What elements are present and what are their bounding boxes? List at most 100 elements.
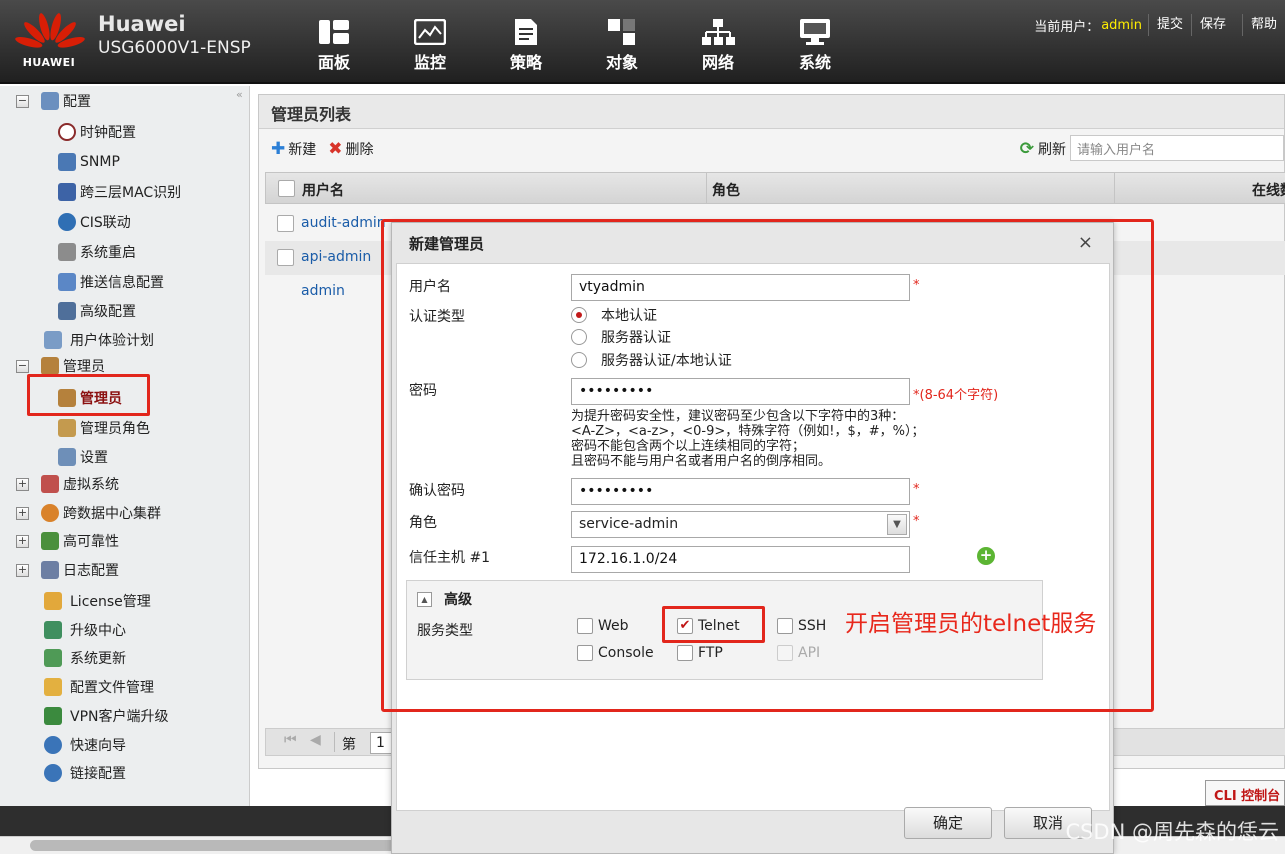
link-icon — [44, 764, 62, 782]
current-user-label: 当前用户： — [1034, 19, 1100, 35]
nav-policy[interactable]: 策略 — [494, 18, 558, 78]
delete-button[interactable]: ✖ 删除 — [328, 139, 373, 159]
tree-node-license[interactable]: License管理 — [44, 589, 151, 613]
username-search-input[interactable]: 请输入用户名 — [1070, 135, 1284, 161]
expand-icon[interactable]: + — [16, 563, 29, 577]
toolbar: ✚ 新建 ✖ 删除 — [271, 139, 386, 159]
first-page-icon[interactable]: ⏮ — [284, 732, 297, 748]
tree-node-link[interactable]: 链接配置 — [44, 761, 126, 785]
admin-role-icon — [58, 419, 76, 437]
prev-page-icon[interactable]: ◀ — [310, 732, 321, 748]
row-username[interactable]: audit-admin — [301, 215, 386, 231]
tree-node-push[interactable]: 推送信息配置 — [58, 270, 164, 294]
refresh-button[interactable]: ⟳ 刷新 — [1020, 139, 1066, 159]
cli-console-button[interactable]: CLI 控制台 — [1205, 780, 1285, 806]
dashboard-icon — [317, 18, 351, 46]
telnet-highlight-box — [662, 606, 765, 643]
reboot-icon — [58, 243, 76, 261]
tree-node-upgrade[interactable]: 升级中心 — [44, 618, 126, 642]
brand-name: Huawei — [98, 12, 186, 36]
save-button[interactable]: 保存 — [1190, 14, 1234, 36]
column-username: 用户名 — [302, 183, 344, 199]
current-username: admin — [1101, 17, 1142, 33]
tree-node-ha[interactable]: + 高可靠性 — [16, 529, 119, 553]
huawei-logo: HUAWEI — [14, 8, 86, 76]
collapse-icon[interactable]: − — [16, 359, 29, 373]
dialog-highlight-box — [381, 219, 1154, 712]
nav-label: 监控 — [413, 53, 446, 72]
add-icon: ✚ — [271, 139, 286, 159]
sidebar-highlight-box — [27, 374, 150, 416]
folder-icon — [44, 678, 62, 696]
settings-icon — [58, 448, 76, 466]
nav-label: 对象 — [605, 53, 638, 72]
table-header: 用户名 角色 在线数 — [265, 172, 1285, 204]
sidebar: − 配置 时钟配置 SNMP 跨三层MAC识别 CIS联动 系统重启 推送信息配置… — [0, 86, 250, 806]
nav-system[interactable]: 系统 — [783, 18, 847, 78]
user-bar: 当前用户： admin 提交 保存 帮助 — [1034, 14, 1285, 36]
tree-node-log[interactable]: + 日志配置 — [16, 558, 119, 582]
help-button[interactable]: 帮助 — [1241, 14, 1285, 36]
collapse-icon[interactable]: − — [16, 94, 29, 108]
tree-node-update[interactable]: 系统更新 — [44, 646, 126, 670]
huawei-logo-icon — [14, 8, 86, 52]
column-role: 角色 — [712, 183, 740, 199]
expand-icon[interactable]: + — [16, 477, 29, 491]
row-checkbox[interactable] — [277, 249, 294, 266]
advanced-config-icon — [58, 302, 76, 320]
nav-object[interactable]: 对象 — [590, 18, 654, 78]
select-all-checkbox[interactable] — [278, 180, 295, 197]
ok-button[interactable]: 确定 — [904, 807, 992, 839]
tree-node-mac[interactable]: 跨三层MAC识别 — [58, 180, 181, 204]
tree-node-config-file[interactable]: 配置文件管理 — [44, 675, 154, 699]
tree-node-clock[interactable]: 时钟配置 — [58, 120, 136, 144]
nav-label: 面板 — [317, 53, 350, 72]
annotation-text: 开启管理员的telnet服务 — [845, 611, 1097, 637]
row-checkbox[interactable] — [277, 215, 294, 232]
cluster-icon — [41, 504, 59, 522]
logo-text: HUAWEI — [22, 56, 76, 69]
update-icon — [44, 649, 62, 667]
system-icon — [798, 18, 832, 46]
device-model: USG6000V1-ENSP — [98, 38, 251, 58]
tree-node-advanced[interactable]: 高级配置 — [58, 299, 136, 323]
vsys-icon — [41, 475, 59, 493]
nav-label: 系统 — [798, 53, 831, 72]
brand: Huawei USG6000V1-ENSP — [98, 12, 251, 58]
message-icon — [58, 273, 76, 291]
tree-node-cluster[interactable]: + 跨数据中心集群 — [16, 501, 161, 525]
tree-node-wizard[interactable]: 快速向导 — [44, 733, 126, 757]
tree-node-vpn[interactable]: VPN客户端升级 — [44, 704, 169, 728]
tree-node-config[interactable]: − 配置 — [16, 89, 91, 113]
nav-network[interactable]: 网络 — [686, 18, 750, 78]
clock-icon — [58, 123, 76, 141]
expand-icon[interactable]: + — [16, 534, 29, 548]
tree-node-ux[interactable]: 用户体验计划 — [44, 328, 154, 352]
new-button[interactable]: ✚ 新建 — [271, 139, 316, 159]
page-label: 第 — [342, 737, 356, 753]
tree-node-snmp[interactable]: SNMP — [58, 150, 120, 174]
network-icon — [701, 18, 735, 46]
nav-label: 网络 — [701, 53, 734, 72]
tree-node-cis[interactable]: CIS联动 — [58, 210, 131, 234]
tree-node-admin-role[interactable]: 管理员角色 — [58, 416, 150, 440]
tree-node-vsys[interactable]: + 虚拟系统 — [16, 472, 119, 496]
log-icon — [41, 561, 59, 579]
ha-icon — [41, 532, 59, 550]
admin-group-icon — [41, 357, 59, 375]
collapse-sidebar-icon[interactable]: « — [236, 88, 243, 101]
tree-node-reboot[interactable]: 系统重启 — [58, 240, 136, 264]
tree-node-settings[interactable]: 设置 — [58, 445, 108, 469]
ux-plan-icon — [44, 331, 62, 349]
mac-icon — [58, 183, 76, 201]
page-title: 管理员列表 — [259, 95, 1284, 129]
row-username[interactable]: admin — [301, 283, 345, 299]
nav-monitor[interactable]: 监控 — [398, 18, 462, 78]
top-bar: HUAWEI Huawei USG6000V1-ENSP 面板 监控 策略 对象… — [0, 0, 1285, 84]
row-username[interactable]: api-admin — [301, 249, 371, 265]
expand-icon[interactable]: + — [16, 506, 29, 520]
refresh-icon: ⟳ — [1019, 139, 1034, 159]
upgrade-icon — [44, 621, 62, 639]
nav-dashboard[interactable]: 面板 — [302, 18, 366, 78]
submit-button[interactable]: 提交 — [1147, 14, 1191, 36]
